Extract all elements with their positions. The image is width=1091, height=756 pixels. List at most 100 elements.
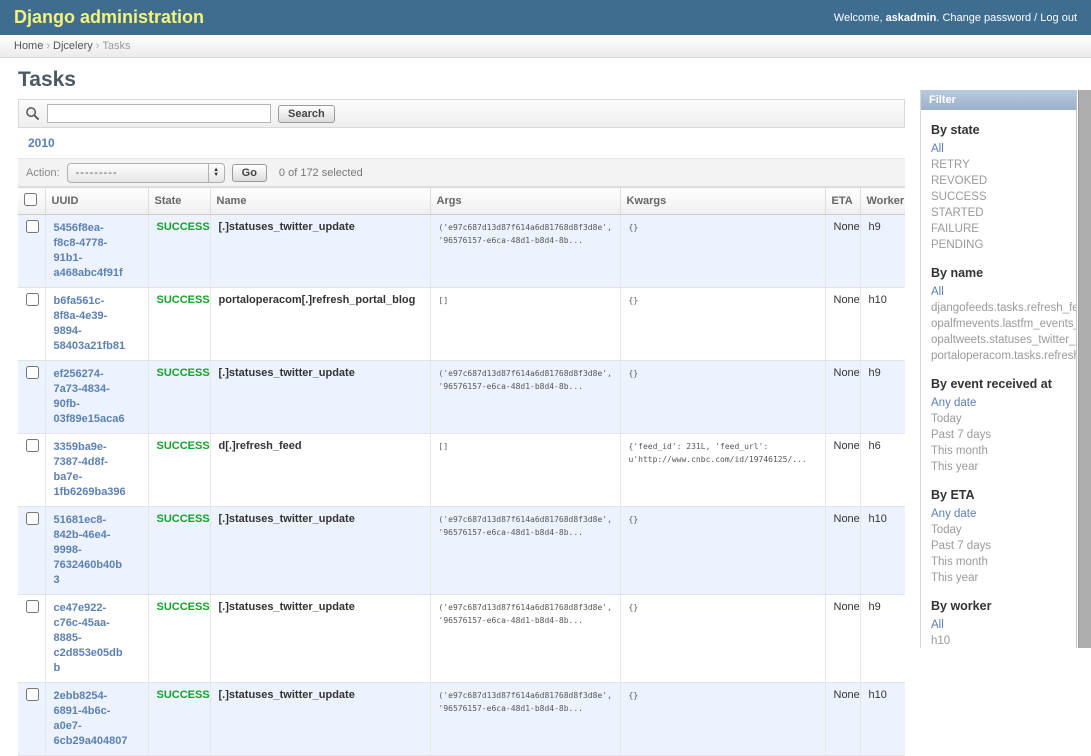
filter-item: REVOKED [931, 173, 1076, 189]
task-name: [.]statuses_twitter_update [219, 221, 355, 233]
task-name: [.]statuses_twitter_update [219, 601, 355, 613]
table-row: b6fa561c-8f8a-4e39-9894-58403a21fb81 SUC… [18, 288, 905, 361]
filter-heading-event-received: By event received at [921, 377, 1076, 391]
filter-item: Past 7 days [931, 427, 1076, 443]
args-text: [] [439, 294, 614, 307]
action-counter: 0 of 172 selected [279, 167, 363, 179]
breadcrumb: Home›Djcelery›Tasks [0, 35, 1091, 58]
action-select[interactable]: --------- ▲ ▼ [67, 163, 225, 183]
uuid-link[interactable]: ef256274-7a73-4834-90fb-03f89e15aca6 [54, 367, 128, 427]
filter-item: RETRY [931, 157, 1076, 173]
filter-list-worker: All h10 h8 h6 [921, 617, 1076, 648]
worker-value: h10 [869, 294, 887, 306]
row-checkbox[interactable] [26, 366, 39, 379]
uuid-link[interactable]: ce47e922-c76c-45aa-8885-c2d853e05dbb [54, 601, 128, 676]
row-checkbox[interactable] [26, 220, 39, 233]
kwargs-text: {} [629, 601, 819, 614]
filter-item: This month [931, 554, 1076, 570]
change-password-link[interactable]: Change password [942, 12, 1031, 24]
worker-value: h10 [869, 689, 887, 701]
worker-value: h9 [869, 221, 881, 233]
column-header-state[interactable]: State [148, 188, 210, 215]
row-checkbox[interactable] [26, 439, 39, 452]
select-all-checkbox[interactable] [24, 193, 37, 206]
state-badge: SUCCESS [157, 601, 210, 613]
filter-item: opaltweets.statuses_twitter_update [931, 332, 1076, 348]
uuid-link[interactable]: 51681ec8-842b-46e4-9998-7632460b40b3 [54, 513, 128, 588]
args-text: ('e97c687d13d87f614a6d81768d8f3d8e', '96… [439, 689, 614, 715]
breadcrumb-app[interactable]: Djcelery [53, 40, 93, 52]
date-hierarchy: 2010 [18, 128, 905, 159]
state-badge: SUCCESS [157, 367, 210, 379]
filter-item: Any date [931, 395, 1076, 411]
search-input[interactable] [47, 104, 271, 123]
row-checkbox[interactable] [26, 600, 39, 613]
search-button[interactable]: Search [278, 105, 335, 123]
uuid-link[interactable]: 5456f8ea-f8c8-4778-91b1-a468abc4f91f [54, 221, 128, 281]
results-table: UUID State Name Args Kwargs ETA Worker 5… [18, 187, 905, 756]
username: askadmin [886, 12, 937, 24]
filter-item: This year [931, 459, 1076, 475]
table-row: 5456f8ea-f8c8-4778-91b1-a468abc4f91f SUC… [18, 215, 905, 288]
row-checkbox[interactable] [26, 293, 39, 306]
column-header-name[interactable]: Name [210, 188, 430, 215]
filter-item: Past 7 days [931, 538, 1076, 554]
eta-value: None [834, 294, 860, 306]
filter-heading-state: By state [921, 123, 1076, 137]
worker-value: h9 [869, 601, 881, 613]
filter-item: portaloperacom.tasks.refresh_portal_blog [931, 348, 1076, 364]
browser-scrollbar[interactable] [1078, 90, 1091, 648]
column-header-eta[interactable]: ETA [825, 188, 860, 215]
filter-item: h10 [931, 633, 1076, 648]
uuid-link[interactable]: 2ebb8254-6891-4b6c-a0e7-6cb29a404807 [54, 689, 128, 749]
filter-item: PENDING [931, 237, 1076, 253]
search-icon [25, 106, 40, 121]
column-header-uuid[interactable]: UUID [45, 188, 148, 215]
go-button[interactable]: Go [232, 164, 267, 182]
worker-value: h6 [869, 440, 881, 452]
row-checkbox[interactable] [26, 688, 39, 701]
state-badge: SUCCESS [157, 221, 210, 233]
filter-heading-worker: By worker [921, 599, 1076, 613]
kwargs-text: {} [629, 294, 819, 307]
eta-value: None [834, 367, 860, 379]
filter-item: djangofeeds.tasks.refresh_feed [931, 300, 1076, 316]
breadcrumb-home[interactable]: Home [14, 40, 43, 52]
date-hierarchy-year-link[interactable]: 2010 [28, 136, 55, 150]
worker-value: h10 [869, 513, 887, 525]
top-header-bar: Django administration Welcome, askadmin.… [0, 0, 1091, 35]
uuid-link[interactable]: 3359ba9e-7387-4d8f-ba7e-1fb6269ba396 [54, 440, 128, 500]
welcome-text: Welcome, [834, 12, 883, 24]
args-text: ('e97c687d13d87f614a6d81768d8f3d8e', '96… [439, 367, 614, 393]
filter-item: All [931, 617, 1076, 633]
column-header-worker[interactable]: Worker [860, 188, 905, 215]
state-badge: SUCCESS [157, 689, 210, 701]
table-row: ce47e922-c76c-45aa-8885-c2d853e05dbb SUC… [18, 595, 905, 683]
logout-link[interactable]: Log out [1040, 12, 1077, 24]
row-checkbox[interactable] [26, 512, 39, 525]
page-title: Tasks [18, 68, 905, 92]
state-badge: SUCCESS [157, 294, 210, 306]
filter-item: FAILURE [931, 221, 1076, 237]
task-name: [.]statuses_twitter_update [219, 689, 355, 701]
filter-item: All [931, 284, 1076, 300]
kwargs-text: {} [629, 513, 819, 526]
column-header-args[interactable]: Args [430, 188, 620, 215]
eta-value: None [834, 513, 860, 525]
filter-sidebar: Filter By state All RETRY REVOKED SUCCES… [920, 90, 1077, 648]
search-toolbar: Search [18, 99, 905, 128]
main-content: Tasks Search 2010 Action: --------- ▲ ▼ … [18, 58, 905, 648]
table-row: 3359ba9e-7387-4d8f-ba7e-1fb6269ba396 SUC… [18, 434, 905, 507]
actions-row: Action: --------- ▲ ▼ Go 0 of 172 select… [18, 159, 905, 187]
uuid-link[interactable]: b6fa561c-8f8a-4e39-9894-58403a21fb81 [54, 294, 128, 354]
filter-item: This year [931, 570, 1076, 586]
kwargs-text: {'feed_id': 231L, 'feed_url': u'http://w… [629, 440, 819, 466]
filter-item: opalfmevents.lastfm_events_update [931, 316, 1076, 332]
task-name: d[.]refresh_feed [219, 440, 302, 452]
action-selected-option: --------- [68, 167, 118, 179]
site-title: Django administration [14, 7, 204, 28]
table-header-row: UUID State Name Args Kwargs ETA Worker [18, 188, 905, 215]
column-header-kwargs[interactable]: Kwargs [620, 188, 825, 215]
filter-item: Today [931, 411, 1076, 427]
task-name: portaloperacom[.]refresh_portal_blog [219, 294, 416, 306]
